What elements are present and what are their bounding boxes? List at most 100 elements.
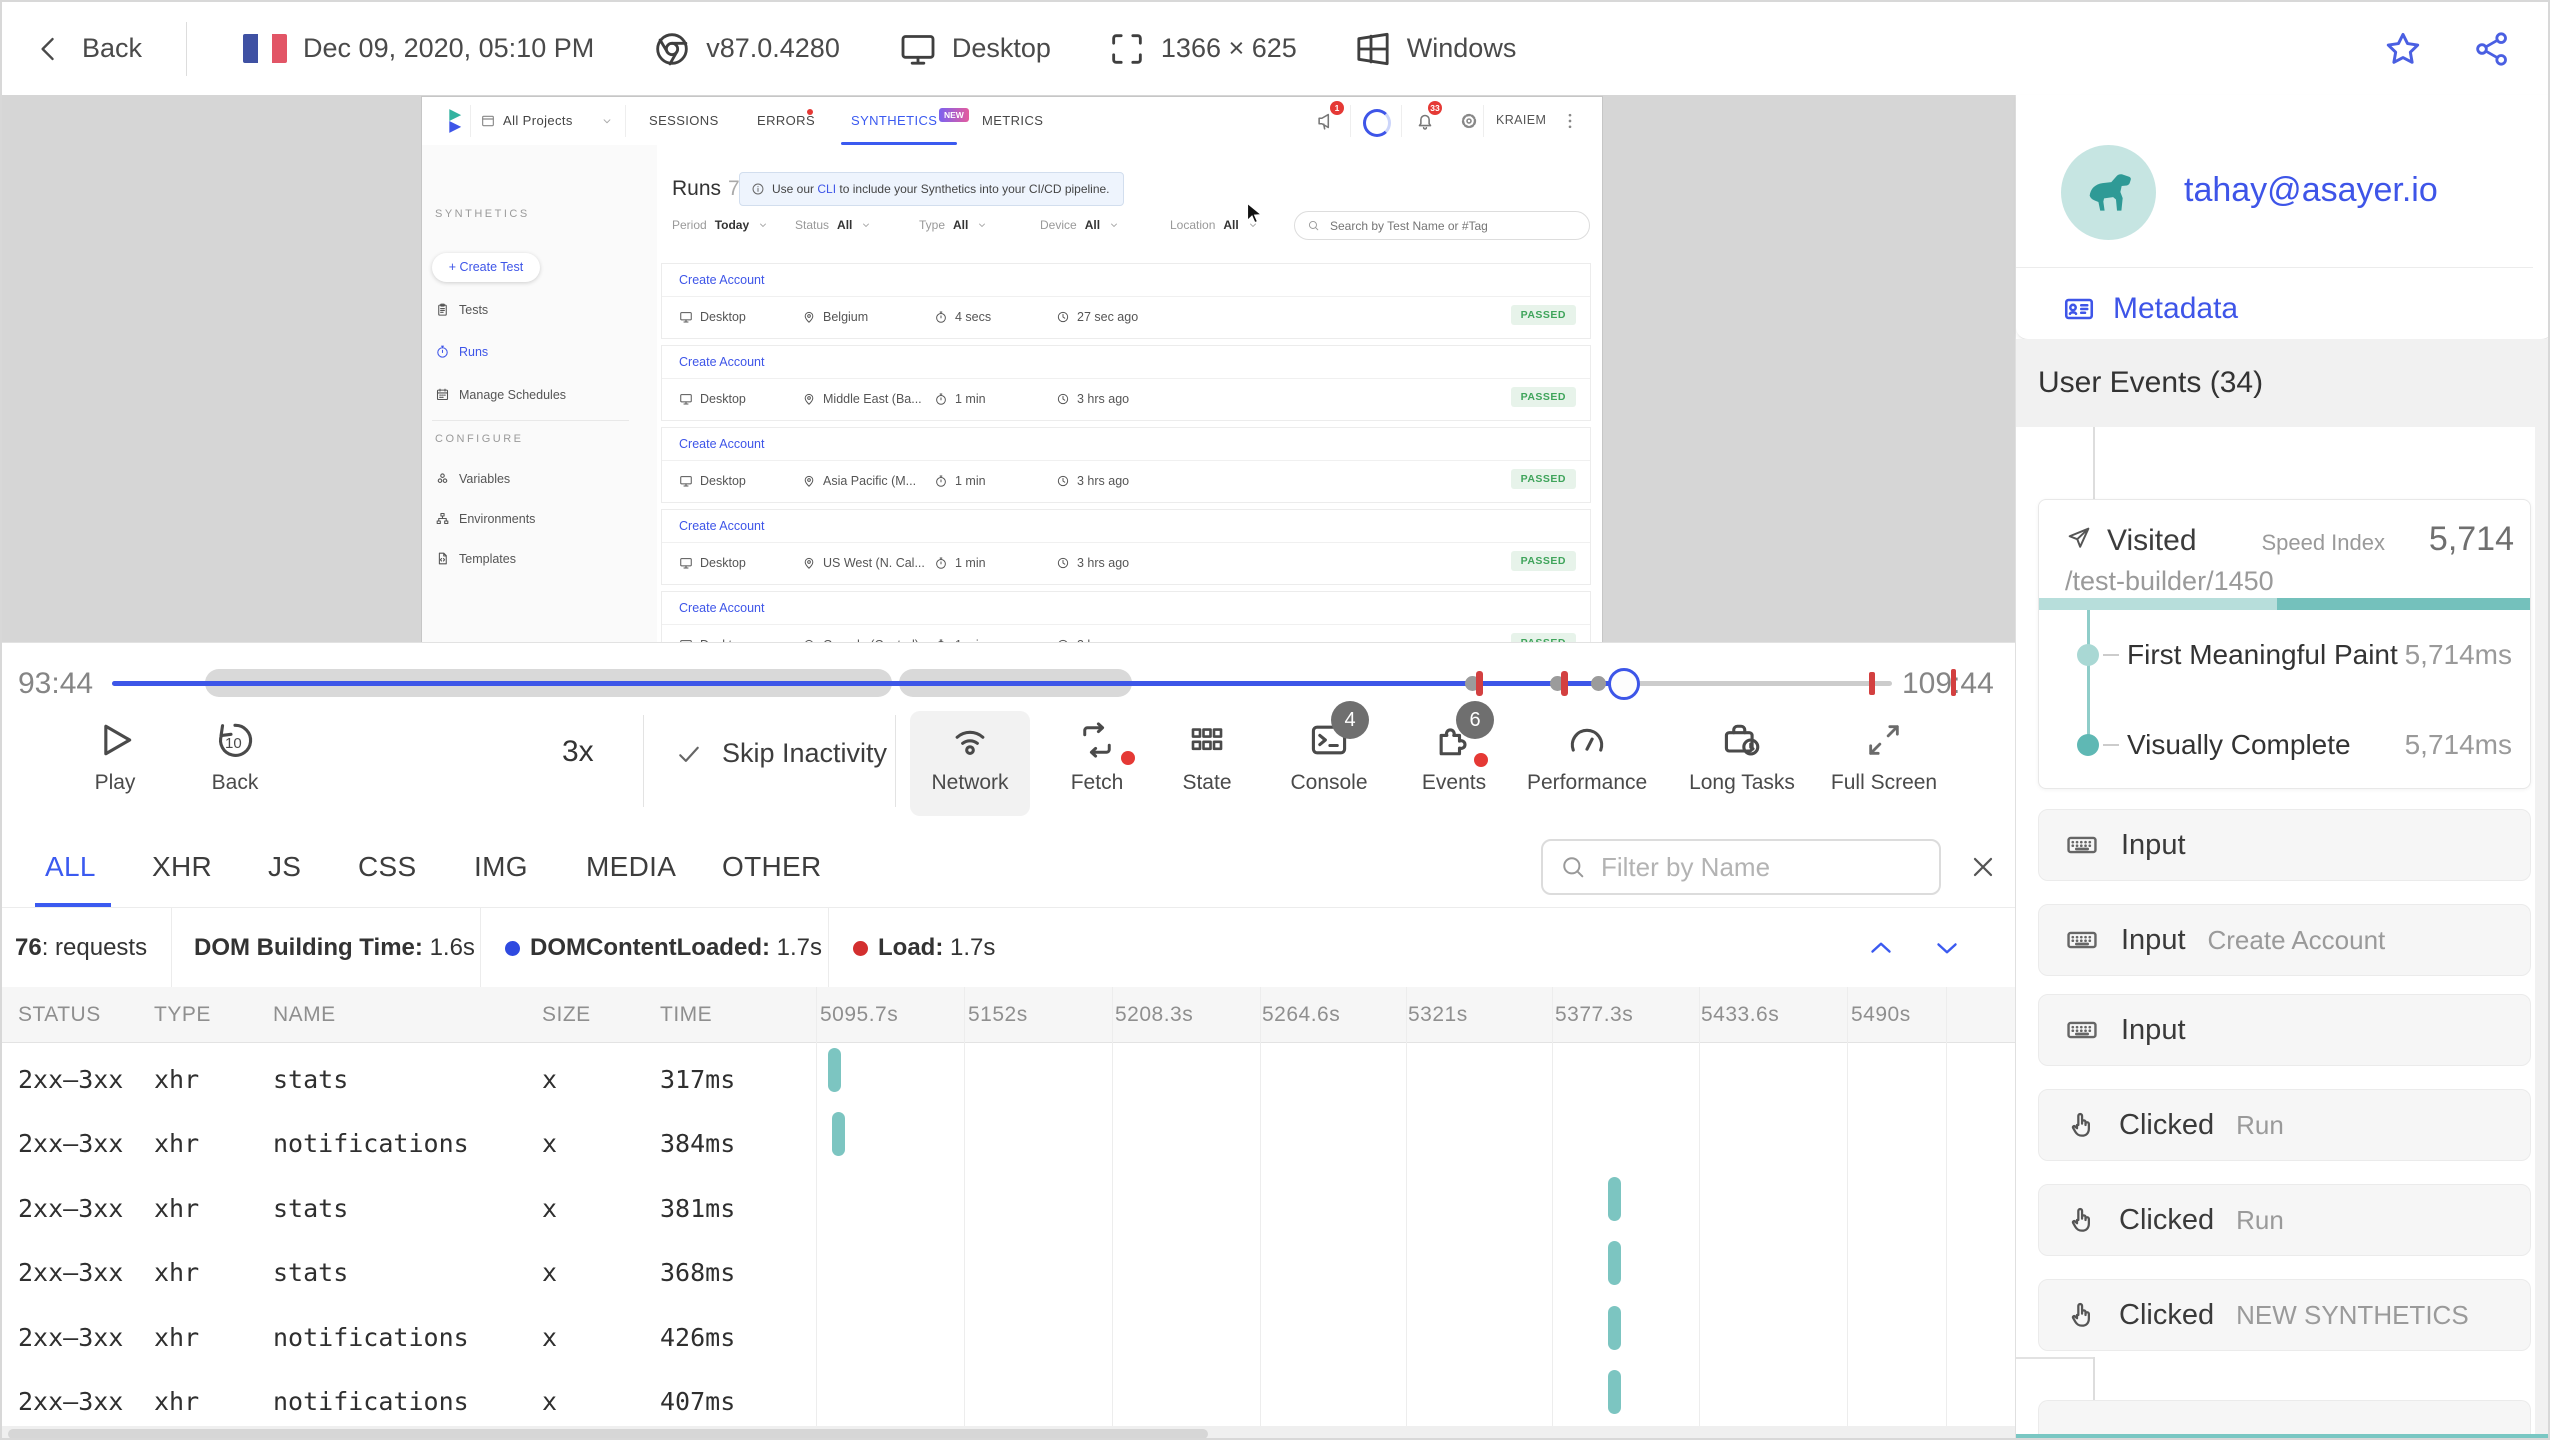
filter-box <box>1541 839 1941 895</box>
keyboard-icon <box>2065 923 2099 957</box>
event-connector <box>2093 1357 2095 1400</box>
jump-up-icon[interactable] <box>1864 931 1898 965</box>
status-badge: PASSED <box>1510 633 1576 642</box>
back-10-button[interactable]: 10 Back <box>175 711 295 816</box>
state-toggle[interactable]: State <box>1147 711 1267 816</box>
table-row[interactable]: 2xx–3xx xhr notifications x 407ms <box>2 1370 2015 1434</box>
input-event-card[interactable]: Input <box>2038 994 2531 1066</box>
test-search-input <box>1328 217 1572 234</box>
status-badge: PASSED <box>1510 387 1576 407</box>
request-bar <box>832 1112 845 1156</box>
metadata-button[interactable]: Metadata <box>2061 291 2238 327</box>
tab-all[interactable]: ALL <box>45 851 96 883</box>
sidebar-item-schedules: Manage Schedules <box>435 387 566 402</box>
resolution-icon <box>1107 29 1147 69</box>
tab-media[interactable]: MEDIA <box>586 851 676 883</box>
event-connector <box>2093 427 2095 499</box>
performance-toggle[interactable]: Performance <box>1527 711 1647 816</box>
loading-spinner <box>1363 109 1391 137</box>
play-button[interactable]: Play <box>55 711 175 816</box>
filter-period: Period Today <box>672 218 769 232</box>
table-row[interactable]: 2xx–3xx xhr stats x 317ms <box>2 1048 2015 1112</box>
tab-other[interactable]: OTHER <box>722 851 822 883</box>
filter-status: Status All <box>795 218 872 232</box>
run-card: Create Account Desktop US West (N. Cal..… <box>662 510 1590 584</box>
windows-icon <box>1353 29 1393 69</box>
chevron-down-icon <box>1108 219 1120 231</box>
metric-connector <box>2087 610 2090 747</box>
duration-icon <box>934 392 948 406</box>
chevron-down-icon <box>860 219 872 231</box>
timeline-issue-marker <box>1951 669 1956 696</box>
device-icon <box>679 474 693 488</box>
clicked-event-card[interactable]: Clicked NEW SYNTHETICS <box>2038 1279 2531 1351</box>
timeline-marker-dot <box>1591 676 1607 691</box>
back-button[interactable]: Back <box>32 32 142 66</box>
hand-pointer-icon <box>2065 1109 2097 1141</box>
user-events-title: User Events (34) <box>2016 339 2548 427</box>
tab-css[interactable]: CSS <box>358 851 416 883</box>
templates-icon <box>435 551 450 566</box>
timeline-playhead[interactable] <box>1608 668 1641 700</box>
favorite-star-icon[interactable] <box>2382 28 2424 70</box>
clicked-event-card[interactable]: Clicked Run <box>2038 1089 2531 1161</box>
sidebar-scrollbar[interactable] <box>2535 427 2548 1434</box>
sidebar-item-environments: Environments <box>435 511 535 526</box>
sidebar-section2-title: CONFIGURE <box>435 433 524 445</box>
tab-js[interactable]: JS <box>268 851 301 883</box>
filter-input[interactable] <box>1599 850 1903 884</box>
network-toggle[interactable]: Network <box>910 711 1030 816</box>
fetch-alert-dot <box>1121 751 1135 765</box>
id-card-icon <box>2061 291 2097 327</box>
input-event-card[interactable]: Input <box>2038 809 2531 881</box>
jump-down-icon[interactable] <box>1930 931 1964 965</box>
runs-title: Runs <box>672 177 722 200</box>
visited-icon <box>2065 524 2093 552</box>
clicked-event-card[interactable]: Clicked Run <box>2038 1184 2531 1256</box>
share-icon[interactable] <box>2472 29 2512 69</box>
long-tasks-toggle[interactable]: Long Tasks <box>1682 711 1802 816</box>
network-summary: 76: requests DOM Building Time: 1.6s DOM… <box>2 907 2015 989</box>
location-pin-icon <box>802 474 816 488</box>
dcl-dot <box>505 941 520 957</box>
back-label: Back <box>82 33 143 63</box>
full-screen-button[interactable]: Full Screen <box>1824 711 1944 816</box>
fetch-toggle[interactable]: Fetch <box>1037 711 1157 816</box>
new-badge: NEW <box>939 108 969 122</box>
duration-icon <box>934 310 948 324</box>
monitor-icon <box>898 29 938 69</box>
play-icon <box>93 718 137 762</box>
speed-button[interactable]: 3x <box>562 735 594 769</box>
hand-pointer-icon <box>2065 1299 2097 1331</box>
user-email-link[interactable]: tahay@asayer.io <box>2184 171 2438 210</box>
skip-inactivity-toggle[interactable]: Skip Inactivity <box>674 738 887 769</box>
visited-progress-fill <box>2277 598 2530 610</box>
input-event-card[interactable]: Input Create Account <box>2038 904 2531 976</box>
horizontal-scrollbar[interactable] <box>2 1426 2015 1438</box>
sidebar-section-title: SYNTHETICS <box>435 208 530 220</box>
console-toggle[interactable]: 4 Console <box>1269 701 1389 816</box>
tab-img[interactable]: IMG <box>474 851 528 883</box>
table-row[interactable]: 2xx–3xx xhr notifications x 384ms <box>2 1112 2015 1176</box>
table-row[interactable]: 2xx–3xx xhr notifications x 426ms <box>2 1306 2015 1370</box>
device-type: Desktop <box>951 33 1051 63</box>
fetch-icon <box>1076 719 1118 761</box>
replay-cursor <box>1242 200 1268 226</box>
user-events-sidebar: tahay@asayer.io Metadata User Events (34… <box>2015 95 2548 1438</box>
tests-icon <box>435 302 450 317</box>
tab-xhr[interactable]: XHR <box>152 851 212 883</box>
duration-icon <box>934 474 948 488</box>
fmp-dot <box>2077 644 2099 666</box>
sidebar-item-runs: Runs <box>435 344 488 359</box>
time-ago-icon <box>1056 310 1070 324</box>
timeline-marker-end <box>1869 672 1876 695</box>
table-row[interactable]: 2xx–3xx xhr stats x 381ms <box>2 1177 2015 1241</box>
network-panel: ALL XHR JS CSS IMG MEDIA OTHER 76: reque… <box>2 827 2015 1438</box>
network-icon <box>948 718 992 762</box>
table-row[interactable]: 2xx–3xx xhr stats x 368ms <box>2 1241 2015 1305</box>
long-tasks-icon <box>1720 718 1764 762</box>
close-icon[interactable] <box>1967 851 1999 883</box>
visited-event-card[interactable]: Visited Speed Index 5,714 /test-builder/… <box>2038 499 2531 789</box>
events-toggle[interactable]: 6 Events <box>1394 701 1514 816</box>
scrollbar-thumb[interactable] <box>8 1429 1208 1438</box>
